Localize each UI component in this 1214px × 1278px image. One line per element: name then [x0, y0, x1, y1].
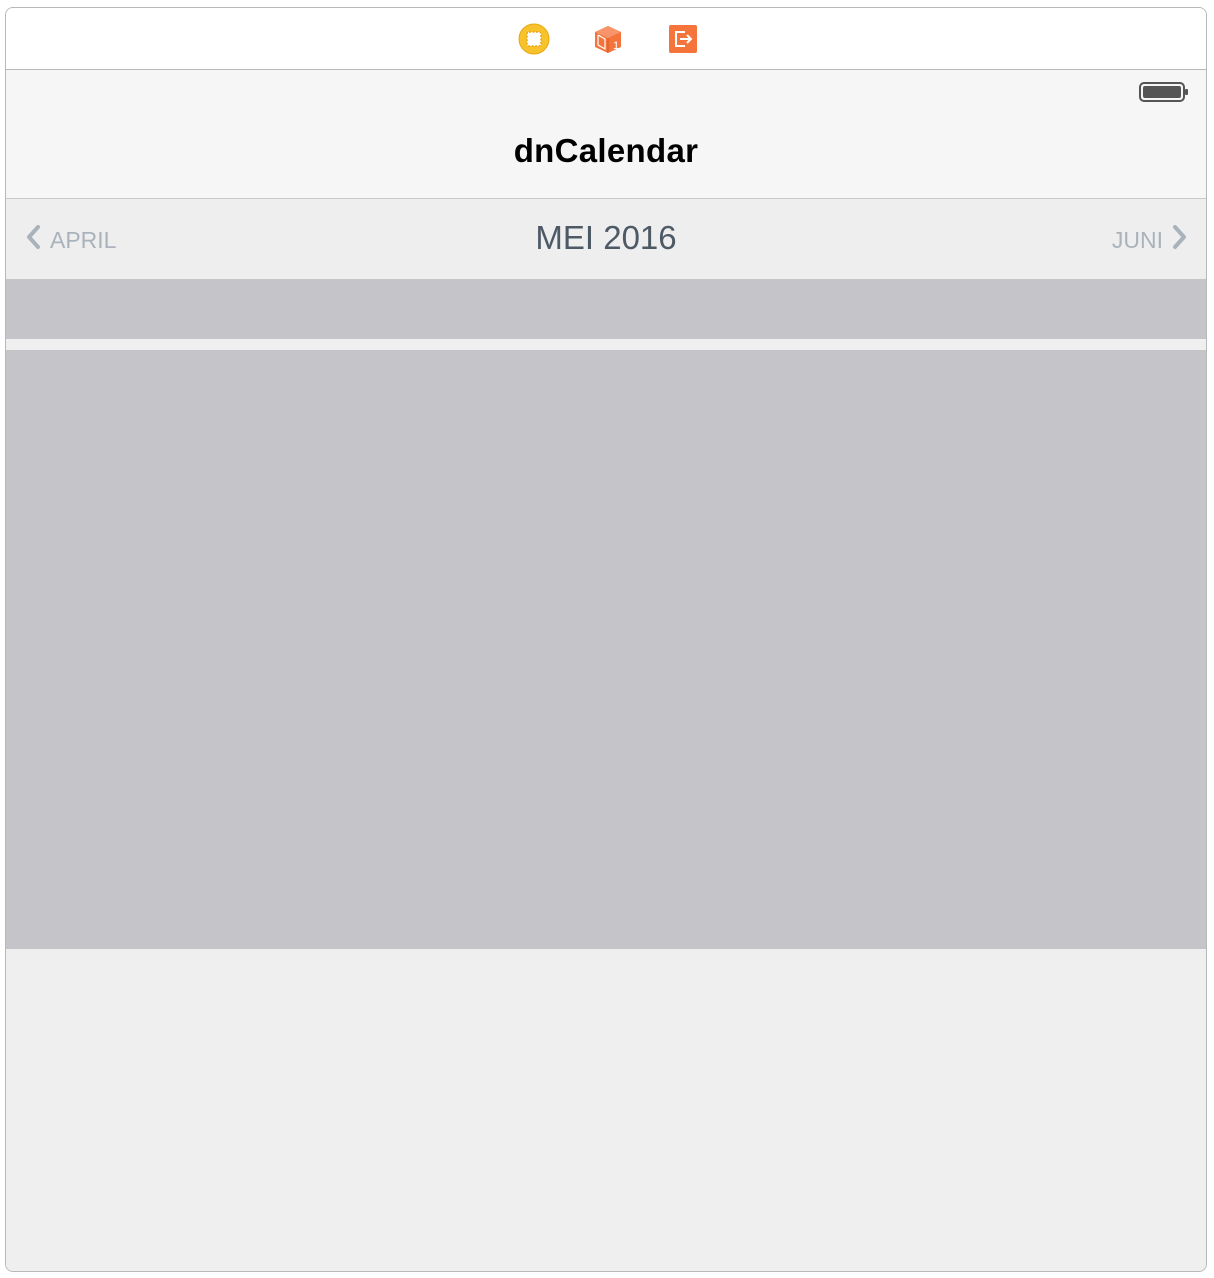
scene-dock: 1 — [6, 8, 1206, 70]
weekday-header-view — [6, 279, 1206, 339]
battery-icon — [1139, 82, 1189, 102]
exit-icon[interactable] — [667, 23, 699, 55]
calendar-grid-view[interactable] — [6, 350, 1206, 949]
storyboard-scene: 1 dnCalendar APRIL MEI 2016 JUNI — [5, 7, 1207, 1272]
navigation-bar: dnCalendar — [6, 70, 1206, 199]
device-screen: dnCalendar APRIL MEI 2016 JUNI — [6, 70, 1206, 1271]
previous-month-label: APRIL — [50, 226, 117, 253]
chevron-left-icon — [25, 224, 41, 256]
previous-month-button[interactable]: APRIL — [25, 223, 116, 257]
view-controller-icon[interactable] — [518, 23, 550, 55]
next-month-label: JUNI — [1111, 226, 1163, 253]
first-responder-icon[interactable]: 1 — [592, 23, 624, 55]
next-month-button[interactable]: JUNI — [1112, 223, 1188, 257]
current-month-label: MEI 2016 — [535, 219, 677, 256]
first-responder-badge: 1 — [613, 40, 619, 52]
month-navigation-bar: APRIL MEI 2016 JUNI — [6, 199, 1206, 279]
chevron-right-icon — [1172, 224, 1188, 256]
nav-title: dnCalendar — [513, 132, 699, 169]
